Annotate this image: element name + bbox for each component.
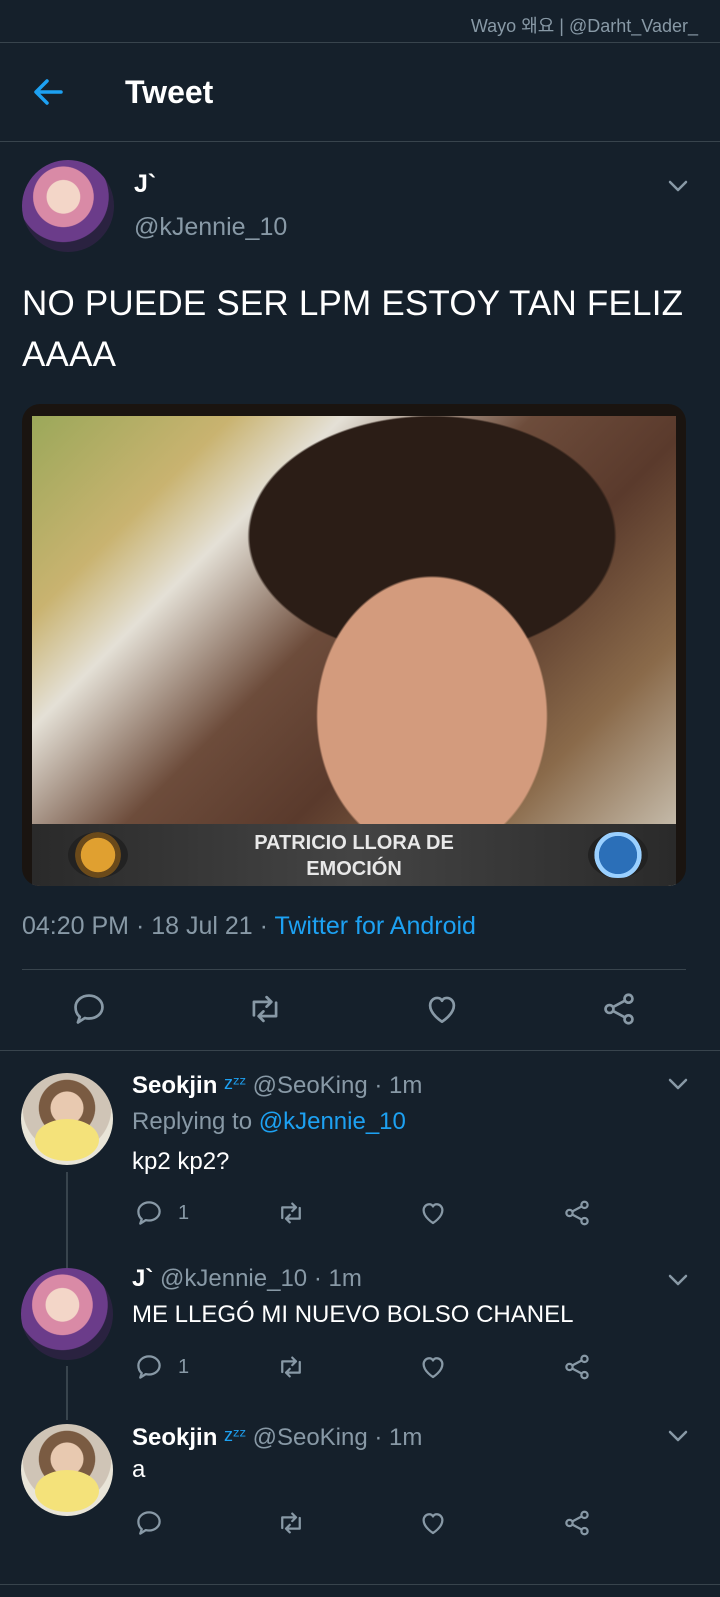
media-caption: PATRICIO LLORA DE EMOCIÓN (22, 830, 686, 882)
divider (0, 1050, 720, 1051)
reply-header: J` @kJennie_10 · 1m (132, 1265, 362, 1292)
avatar[interactable] (21, 1073, 113, 1165)
tweet-media[interactable]: PATRICIO LLORA DE EMOCIÓN (22, 404, 686, 886)
reply-author-handle[interactable]: @SeoKing (253, 1072, 368, 1099)
share-button[interactable] (600, 990, 638, 1028)
reply-header: Seokjin zᶻᶻ @SeoKing · 1m (132, 1072, 423, 1099)
reply-button[interactable]: 1 (134, 1352, 189, 1382)
replying-to-handle[interactable]: @kJennie_10 (259, 1108, 406, 1135)
reply-text: ME LLEGÓ MI NUEVO BOLSO CHANEL (132, 1301, 574, 1328)
sleep-zzz-icon: zᶻᶻ (224, 1073, 246, 1093)
reply-icon (74, 994, 104, 1024)
pichu-icon (35, 1470, 99, 1512)
thread-line (66, 1366, 68, 1420)
tweet-source[interactable]: Twitter for Android (274, 912, 475, 940)
share-button[interactable] (562, 1352, 592, 1382)
divider (22, 969, 686, 970)
share-icon (565, 1200, 589, 1226)
reply-author-name[interactable]: Seokjin (132, 1424, 217, 1451)
reply-text: a (132, 1456, 146, 1483)
retweet-button[interactable] (246, 990, 284, 1028)
avatar[interactable] (21, 1424, 113, 1516)
retweet-button[interactable] (276, 1508, 306, 1538)
share-icon (604, 993, 634, 1025)
share-button[interactable] (562, 1508, 592, 1538)
retweet-icon (281, 1202, 301, 1224)
reply-button[interactable] (70, 990, 108, 1028)
heart-icon (428, 996, 456, 1024)
reply-author-name[interactable]: Seokjin (132, 1072, 217, 1099)
reply-text: kp2 kp2? (132, 1148, 230, 1175)
thread-line (66, 1172, 68, 1268)
back-arrow-icon[interactable] (28, 72, 68, 112)
retweet-icon (252, 995, 278, 1023)
page-title: Tweet (125, 74, 214, 110)
reply-author-handle[interactable]: @SeoKing (253, 1424, 368, 1451)
chevron-down-icon[interactable] (664, 1422, 692, 1450)
reply-button[interactable]: 1 (134, 1198, 189, 1228)
reply-count: 1 (178, 1201, 190, 1224)
media-caption-line: EMOCIÓN (306, 858, 402, 880)
reply-author-name[interactable]: J` (132, 1265, 153, 1292)
like-button[interactable] (418, 1508, 448, 1538)
share-icon (565, 1510, 589, 1536)
reply-icon (137, 1355, 161, 1379)
reply-count: 1 (178, 1355, 190, 1378)
share-button[interactable] (562, 1198, 592, 1228)
sleep-zzz-icon: zᶻᶻ (224, 1425, 246, 1445)
pichu-icon (35, 1119, 99, 1161)
replying-to: Replying to @kJennie_10 (132, 1107, 406, 1137)
tweet-meta: 04:20 PM · 18 Jul 21 · Twitter for Andro… (22, 912, 476, 940)
heart-icon (422, 1513, 444, 1535)
chevron-down-icon[interactable] (664, 1266, 692, 1294)
like-button[interactable] (418, 1352, 448, 1382)
tweet-text: NO PUEDE SER LPM ESTOY TAN FELIZ AAAA (22, 284, 684, 374)
like-button[interactable] (423, 990, 461, 1028)
chevron-down-icon[interactable] (664, 1070, 692, 1098)
tweet-date: 18 Jul 21 (151, 912, 253, 940)
media-image (32, 416, 676, 886)
retweet-button[interactable] (276, 1352, 306, 1382)
reply-time: 1m (328, 1265, 362, 1292)
reply-icon (137, 1511, 161, 1535)
retweet-button[interactable] (276, 1198, 306, 1228)
like-button[interactable] (418, 1198, 448, 1228)
chevron-down-icon[interactable] (664, 172, 692, 200)
heart-icon (422, 1357, 444, 1379)
replying-to-label: Replying to (132, 1108, 253, 1135)
reply-icon (137, 1201, 161, 1225)
tweet-time: 04:20 PM (22, 912, 130, 940)
reply-button[interactable] (134, 1508, 164, 1538)
divider (0, 42, 720, 43)
watermark-text: Wayo 왜요 | @Darht_Vader_ (470, 16, 698, 36)
reply-time: 1m (389, 1424, 423, 1451)
avatar[interactable] (22, 160, 114, 252)
avatar[interactable] (21, 1268, 113, 1360)
author-name[interactable]: J` (134, 170, 156, 199)
author-handle[interactable]: @kJennie_10 (134, 213, 287, 242)
media-caption-line: PATRICIO LLORA DE (254, 832, 454, 854)
retweet-icon (281, 1512, 301, 1534)
share-icon (565, 1354, 589, 1380)
reply-author-handle[interactable]: @kJennie_10 (160, 1265, 307, 1292)
reply-time: 1m (389, 1072, 423, 1099)
header-divider (0, 141, 720, 142)
reply-header: Seokjin zᶻᶻ @SeoKing · 1m (132, 1424, 423, 1451)
divider (0, 1584, 720, 1585)
retweet-icon (281, 1356, 301, 1378)
heart-icon (422, 1203, 444, 1225)
